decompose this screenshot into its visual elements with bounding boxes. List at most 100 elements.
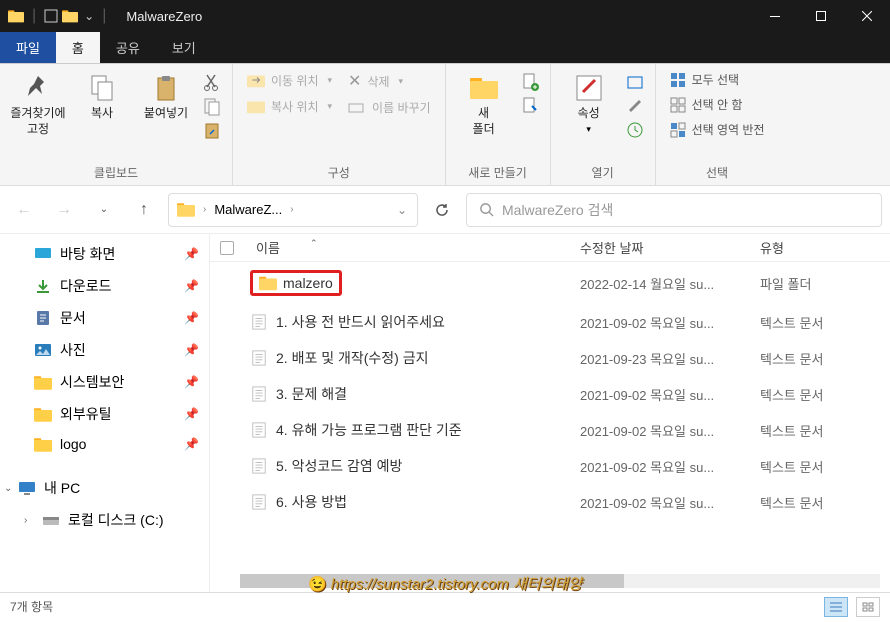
pin-icon: 📌 <box>184 407 199 421</box>
rename-button[interactable]: 이름 바꾸기 <box>342 96 437 119</box>
up-button[interactable]: ↑ <box>128 194 160 226</box>
search-placeholder: MalwareZero 검색 <box>502 200 613 220</box>
paste-button[interactable]: 붙여넣기 <box>136 68 196 126</box>
select-none-icon <box>670 97 686 113</box>
column-header-type[interactable]: 유형 <box>760 238 880 257</box>
minimize-button[interactable] <box>752 0 798 32</box>
clipboard-small-buttons <box>200 68 224 144</box>
button-label: 속성 <box>578 106 600 122</box>
select-all-checkbox[interactable] <box>220 238 250 257</box>
chevron-right-icon[interactable]: › <box>290 204 293 215</box>
sidebar-item[interactable]: 시스템보안📌 <box>0 366 209 398</box>
recent-locations-button[interactable]: ⌄ <box>88 194 120 226</box>
column-header-name[interactable]: 이름⌃ <box>250 238 580 257</box>
file-row[interactable]: 2. 배포 및 개작(수정) 금지2021-09-23 목요일 su...텍스트… <box>210 340 890 376</box>
tab-view[interactable]: 보기 <box>156 32 212 63</box>
breadcrumb-segment[interactable]: MalwareZ... <box>214 202 282 217</box>
back-button[interactable]: ← <box>8 194 40 226</box>
navigation-pane[interactable]: 바탕 화면📌다운로드📌문서📌사진📌시스템보안📌외부유틸📌logo📌 ⌄ 내 PC… <box>0 234 210 592</box>
paste-shortcut-icon[interactable] <box>202 120 222 140</box>
copy-to-button[interactable]: 복사 위치▾ <box>241 94 338 118</box>
forward-button[interactable]: → <box>48 194 80 226</box>
search-box[interactable]: MalwareZero 검색 <box>466 193 882 227</box>
sidebar-item-this-pc[interactable]: ⌄ 내 PC <box>0 472 209 504</box>
pin-to-quickaccess-button[interactable]: 즐겨찾기에 고정 <box>8 68 68 141</box>
ribbon-group-new: 새 폴더 새로 만들기 <box>446 64 551 185</box>
details-view-button[interactable] <box>824 597 848 617</box>
button-label: 선택 영역 반전 <box>692 121 765 138</box>
sidebar-item[interactable]: 문서📌 <box>0 302 209 334</box>
file-row[interactable]: 4. 유해 가능 프로그램 판단 기준2021-09-02 목요일 su...텍… <box>210 412 890 448</box>
new-item-icon[interactable] <box>520 72 540 92</box>
ribbon-tabs: 파일 홈 공유 보기 <box>0 32 890 64</box>
cut-icon[interactable] <box>202 72 222 92</box>
file-row[interactable]: 5. 악성코드 감염 예방2021-09-02 목요일 su...텍스트 문서 <box>210 448 890 484</box>
group-label: 구성 <box>241 162 437 183</box>
scrollbar-thumb[interactable] <box>240 574 624 588</box>
sidebar-item-label: logo <box>60 436 86 452</box>
group-label: 클립보드 <box>8 162 224 183</box>
separator: | <box>102 7 106 25</box>
sidebar-item[interactable]: 다운로드📌 <box>0 270 209 302</box>
file-name: 3. 문제 해결 <box>276 384 347 404</box>
sidebar-item[interactable]: logo📌 <box>0 430 209 458</box>
close-button[interactable] <box>844 0 890 32</box>
file-list-pane: 이름⌃ 수정한 날짜 유형 malzero2022-02-14 월요일 su..… <box>210 234 890 592</box>
expand-icon[interactable]: › <box>24 515 27 526</box>
refresh-button[interactable] <box>426 194 458 226</box>
select-none-button[interactable]: 선택 안 함 <box>664 93 771 116</box>
folder-icon <box>259 275 277 291</box>
invert-selection-button[interactable]: 선택 영역 반전 <box>664 118 771 141</box>
text-file-icon <box>250 350 268 366</box>
file-row[interactable]: 1. 사용 전 반드시 읽어주세요2021-09-02 목요일 su...텍스트… <box>210 304 890 340</box>
maximize-button[interactable] <box>798 0 844 32</box>
sidebar-item[interactable]: 사진📌 <box>0 334 209 366</box>
dropdown-arrow-icon[interactable]: ⌄ <box>84 9 94 23</box>
group-label: 새로 만들기 <box>454 162 542 183</box>
window-title: MalwareZero <box>126 9 202 24</box>
history-icon[interactable] <box>625 120 645 140</box>
titlebar-left-icons: | ⌄ | <box>0 7 118 25</box>
file-row[interactable]: 6. 사용 방법2021-09-02 목요일 su...텍스트 문서 <box>210 484 890 520</box>
sidebar-item-local-disk[interactable]: › 로컬 디스크 (C:) <box>0 504 209 536</box>
file-list[interactable]: malzero2022-02-14 월요일 su...파일 폴더1. 사용 전 … <box>210 262 890 574</box>
ribbon: 즐겨찾기에 고정 복사 붙여넣기 클립보드 이동 위치▾ <box>0 64 890 186</box>
sidebar-item[interactable]: 외부유틸📌 <box>0 398 209 430</box>
delete-button[interactable]: ✕ 삭제▾ <box>342 68 437 94</box>
large-icons-view-button[interactable] <box>856 597 880 617</box>
status-bar: 7개 항목 <box>0 592 890 620</box>
copy-button[interactable]: 복사 <box>72 68 132 126</box>
checkbox-icon[interactable] <box>44 9 58 23</box>
navigation-bar: ← → ⌄ ↑ › MalwareZ... › ⌄ MalwareZero 검색 <box>0 186 890 234</box>
properties-button[interactable]: 속성 ▾ <box>559 68 619 139</box>
file-date: 2021-09-02 목요일 su... <box>580 421 760 440</box>
expand-icon[interactable]: ⌄ <box>4 483 12 494</box>
file-type: 텍스트 문서 <box>760 385 880 404</box>
file-name: 6. 사용 방법 <box>276 492 347 512</box>
button-label: 복사 <box>91 106 113 122</box>
file-row[interactable]: 3. 문제 해결2021-09-02 목요일 su...텍스트 문서 <box>210 376 890 412</box>
button-label: 이동 위치 <box>271 72 319 89</box>
file-date: 2021-09-02 목요일 su... <box>580 457 760 476</box>
copy-path-icon[interactable] <box>202 96 222 116</box>
group-label: 열기 <box>559 162 647 183</box>
easy-access-icon[interactable] <box>520 96 540 116</box>
open-icon[interactable] <box>625 72 645 92</box>
sidebar-item[interactable]: 바탕 화면📌 <box>0 238 209 270</box>
column-header-date[interactable]: 수정한 날짜 <box>580 238 760 257</box>
edit-icon[interactable] <box>625 96 645 116</box>
folder-icon[interactable] <box>62 9 78 23</box>
tab-home[interactable]: 홈 <box>56 32 100 63</box>
horizontal-scrollbar[interactable] <box>240 574 880 588</box>
file-row[interactable]: malzero2022-02-14 월요일 su...파일 폴더 <box>210 262 890 304</box>
pin-icon: 📌 <box>184 247 199 261</box>
tab-file[interactable]: 파일 <box>0 32 56 63</box>
address-bar[interactable]: › MalwareZ... › ⌄ <box>168 193 418 227</box>
select-all-button[interactable]: 모두 선택 <box>664 68 771 91</box>
chevron-right-icon[interactable]: › <box>203 204 206 215</box>
tab-share[interactable]: 공유 <box>100 32 156 63</box>
new-folder-button[interactable]: 새 폴더 <box>454 68 514 141</box>
move-to-button[interactable]: 이동 위치▾ <box>241 68 338 92</box>
chevron-down-icon[interactable]: ⌄ <box>397 203 407 217</box>
file-date: 2021-09-23 목요일 su... <box>580 349 760 368</box>
